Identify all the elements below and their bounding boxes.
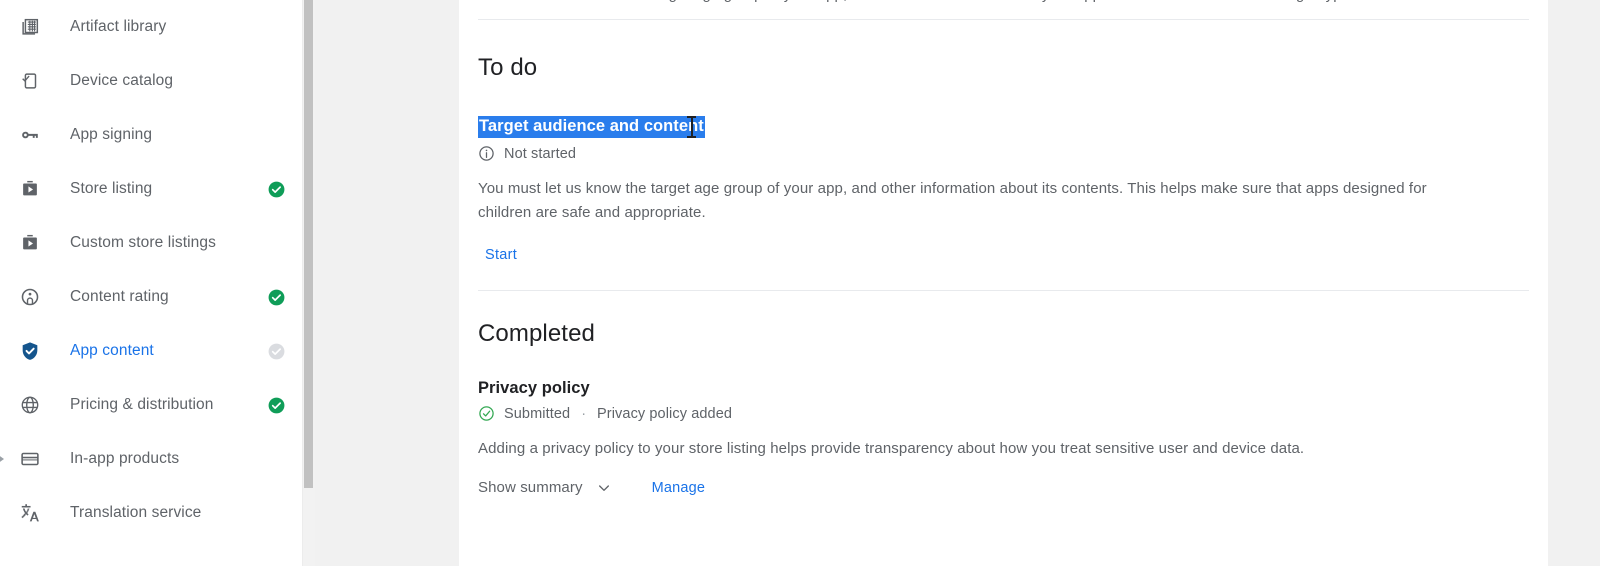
sidebar-item-label: Device catalog bbox=[70, 72, 174, 89]
sidebar: Artifact library Device catalog App sign… bbox=[0, 0, 302, 566]
divider-middle-wrap bbox=[459, 267, 1548, 291]
sidebar-item-custom-store-listings[interactable]: Custom store listings bbox=[0, 216, 302, 270]
sidebar-item-artifact-library[interactable]: Artifact library bbox=[0, 0, 302, 54]
sidebar-item-label: Content rating bbox=[70, 288, 169, 305]
expand-arrow-icon[interactable] bbox=[0, 454, 4, 464]
todo-status-row: Not started bbox=[478, 145, 1529, 162]
completed-heading: Completed bbox=[478, 320, 595, 347]
sidebar-item-status-complete bbox=[267, 396, 286, 415]
todo-task-title[interactable]: Target audience and content bbox=[478, 116, 705, 138]
store-listing-icon bbox=[18, 177, 42, 201]
sidebar-item-content-rating[interactable]: Content rating bbox=[0, 270, 302, 324]
sidebar-item-app-signing[interactable]: App signing bbox=[0, 108, 302, 162]
show-summary-label: Show summary bbox=[478, 479, 583, 496]
check-circle-icon bbox=[478, 405, 495, 422]
todo-task-title-wrap: Target audience and content bbox=[478, 116, 705, 138]
status-separator: · bbox=[581, 405, 587, 422]
sidebar-item-app-content[interactable]: App content bbox=[0, 324, 302, 378]
sidebar-item-status bbox=[267, 234, 286, 253]
clipped-text: You must let us know the target age grou… bbox=[478, 0, 1518, 3]
sidebar-item-status bbox=[267, 450, 286, 469]
sidebar-item-pricing-distribution[interactable]: Pricing & distribution bbox=[0, 378, 302, 432]
sidebar-nav-list: Artifact library Device catalog App sign… bbox=[0, 0, 302, 540]
todo-action-row: Start bbox=[478, 243, 1529, 267]
sidebar-item-label: Custom store listings bbox=[70, 234, 216, 251]
start-button[interactable]: Start bbox=[477, 243, 525, 267]
globe-icon bbox=[18, 393, 42, 417]
sidebar-scrollbar-thumb[interactable] bbox=[304, 0, 313, 488]
sidebar-item-status bbox=[267, 18, 286, 37]
store-listing-icon bbox=[18, 231, 42, 255]
content-rating-icon bbox=[18, 285, 42, 309]
shield-check-icon bbox=[18, 339, 42, 363]
sidebar-item-label: Pricing & distribution bbox=[70, 396, 214, 413]
chevron-down-icon bbox=[596, 480, 612, 496]
sidebar-item-label: App content bbox=[70, 342, 154, 359]
sidebar-item-label: Artifact library bbox=[70, 18, 167, 35]
todo-section: To do Target audience and content Not st bbox=[459, 20, 1548, 267]
info-circle-icon bbox=[478, 145, 495, 162]
app-screen: Artifact library Device catalog App sign… bbox=[0, 0, 1600, 566]
app-content-card: You must let us know the target age grou… bbox=[459, 0, 1548, 566]
sidebar-item-status bbox=[267, 72, 286, 91]
sidebar-item-store-listing[interactable]: Store listing bbox=[0, 162, 302, 216]
device-catalog-icon bbox=[18, 69, 42, 93]
todo-description: You must let us know the target age grou… bbox=[478, 180, 1427, 221]
completed-section: Completed Privacy policy Submitted · Pri… bbox=[459, 291, 1548, 496]
completed-status-label: Submitted bbox=[504, 405, 571, 422]
completed-actions-row: Show summary Manage bbox=[478, 479, 1529, 496]
todo-heading: To do bbox=[478, 54, 538, 81]
sidebar-item-label: In-app products bbox=[70, 450, 180, 467]
show-summary-toggle[interactable]: Show summary bbox=[478, 479, 612, 496]
sidebar-item-in-app-products[interactable]: In-app products bbox=[0, 432, 302, 486]
clipped-text-row: You must let us know the target age grou… bbox=[459, 0, 1548, 19]
sidebar-item-status bbox=[267, 126, 286, 145]
manage-link[interactable]: Manage bbox=[652, 480, 706, 496]
sidebar-item-label: App signing bbox=[70, 126, 153, 143]
sidebar-item-status-complete bbox=[267, 180, 286, 199]
sidebar-item-label: Translation service bbox=[70, 504, 202, 521]
sidebar-item-label: Store listing bbox=[70, 180, 153, 197]
sidebar-item-status-pending bbox=[267, 342, 286, 361]
completed-task-title[interactable]: Privacy policy bbox=[478, 379, 590, 398]
sidebar-item-device-catalog[interactable]: Device catalog bbox=[0, 54, 302, 108]
key-icon bbox=[18, 123, 42, 147]
sidebar-item-status bbox=[267, 504, 286, 523]
sidebar-item-translation-service[interactable]: Translation service bbox=[0, 486, 302, 540]
credit-card-icon bbox=[18, 447, 42, 471]
artifact-library-icon bbox=[18, 15, 42, 39]
translate-icon bbox=[18, 501, 42, 525]
sidebar-scrollbar-track[interactable] bbox=[302, 0, 315, 566]
sidebar-item-status-complete bbox=[267, 288, 286, 307]
completed-description: Adding a privacy policy to your store li… bbox=[478, 440, 1305, 457]
todo-status-label: Not started bbox=[504, 145, 577, 162]
completed-status-row: Submitted · Privacy policy added bbox=[478, 405, 1529, 422]
completed-status-detail: Privacy policy added bbox=[597, 405, 733, 422]
